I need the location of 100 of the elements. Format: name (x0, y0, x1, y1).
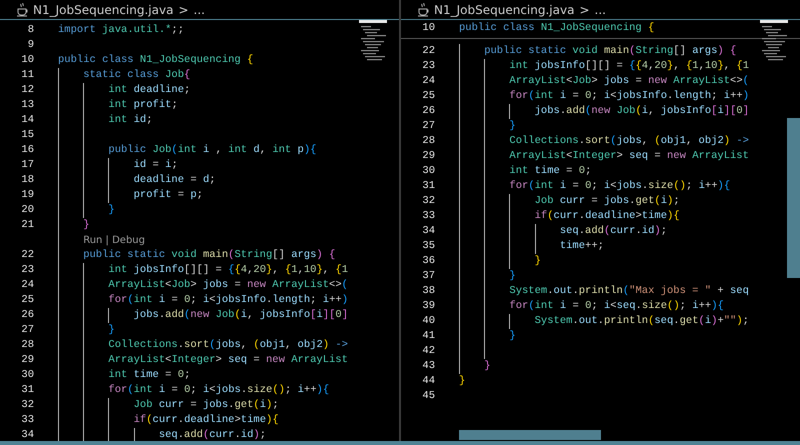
code-line: } (483, 360, 491, 372)
file-name[interactable]: N1_JobSequencing.java (434, 2, 574, 16)
line-number: 25 (421, 89, 435, 104)
code-line: } (508, 120, 516, 132)
code-line: System.out.println(seq.get(i)+""); (534, 315, 749, 327)
line-number: 41 (421, 329, 435, 344)
code-line: Collections.sort(jobs, (obj1, obj2) -> (107, 339, 348, 351)
code-line: Job curr = jobs.get(i); (132, 399, 279, 411)
code-line: if(curr.deadline>time){ (132, 414, 279, 426)
code-line: jobs.add(new Job(i, jobsInfo[i][0] (132, 309, 348, 321)
breadcrumb-more[interactable]: ... (594, 2, 606, 16)
code-line: seq.add(curr.id); (158, 429, 266, 441)
code-line: for(int i = 0; i<jobsInfo.length; i++) (508, 90, 749, 102)
line-number: 19 (20, 188, 34, 203)
code-line: deadline = d; (132, 174, 216, 186)
line-number: 34 (20, 428, 34, 441)
line-number: 33 (421, 209, 435, 224)
line-number: 32 (421, 194, 435, 209)
line-number: 27 (20, 323, 34, 338)
line-number: 22 (421, 44, 435, 59)
line-number: 10 (20, 53, 34, 68)
code-line: seq.add(curr.id); (558, 225, 668, 237)
line-number: 38 (421, 284, 435, 299)
line-number: 20 (20, 203, 34, 218)
code-line: int jobsInfo[][] = {{4,20}, {1,10}, {1 (107, 264, 348, 276)
line-number: 26 (421, 104, 435, 119)
line-number: 14 (20, 113, 34, 128)
code-line: int profit; (107, 99, 178, 111)
breadcrumb-more[interactable]: ... (194, 2, 205, 16)
line-number: 8 (26, 23, 34, 38)
scrollbar-thumb[interactable] (459, 430, 601, 440)
coffee-cup-icon (418, 2, 429, 16)
code-line: public class N1_JobSequencing { (459, 22, 654, 34)
line-number: 24 (20, 278, 34, 293)
line-number: 10 (421, 21, 435, 36)
line-number: 44 (421, 374, 435, 389)
line-number: 31 (20, 383, 34, 398)
line-number: 40 (421, 314, 435, 329)
line-number: 22 (20, 248, 34, 263)
line-number: 24 (421, 74, 435, 89)
code-line: } (107, 324, 115, 336)
file-name[interactable]: N1_JobSequencing.java (33, 2, 174, 16)
scrollbar-thumb[interactable] (787, 118, 800, 278)
line-number: 34 (421, 224, 435, 239)
line-number: 28 (421, 134, 435, 149)
code-line: for(int i = 0; i<seq.size(); i++){ (508, 300, 724, 312)
line-number: 21 (20, 218, 34, 233)
line-number: 33 (20, 413, 34, 428)
line-number: 12 (20, 83, 34, 98)
code-line: static class Job{ (82, 69, 190, 81)
code-line: public static void main(String[] args) { (82, 249, 336, 261)
code-line: ArrayList<Job> jobs = new ArrayList<>( (107, 279, 348, 291)
code-line: ArrayList<Integer> seq = new ArrayList (107, 354, 348, 366)
breadcrumb-separator: > (178, 2, 188, 16)
line-number: 37 (421, 269, 435, 284)
line-number: 13 (20, 98, 34, 113)
code-line: Job curr = jobs.get(i); (534, 195, 680, 207)
code-line: System.out.println("Max jobs = " + seq (508, 285, 749, 297)
code-line: ArrayList<Job> jobs = new ArrayList<>( (508, 75, 749, 87)
line-number: 30 (421, 164, 435, 179)
line-number: 32 (20, 398, 34, 413)
code-line: if(curr.deadline>time){ (534, 210, 680, 222)
code-line: int id; (107, 114, 153, 126)
run-debug-links[interactable]: Run | Debug (83, 235, 145, 246)
code-line: } (82, 219, 90, 231)
line-number: 43 (421, 359, 435, 374)
code-line: for(int i = 0; i<jobs.size(); i++){ (107, 384, 330, 396)
line-number: 23 (421, 59, 435, 74)
code-line: public class N1_JobSequencing { (58, 54, 254, 66)
code-line: public static void main(String[] args) { (483, 45, 736, 57)
code-line: profit = p; (132, 189, 203, 201)
code-line: } (534, 255, 541, 267)
code-line: int time = 0; (508, 165, 592, 177)
code-line: int jobsInfo[][] = {{4,20}, {1,10}, {1 (508, 60, 750, 72)
line-number: 29 (20, 353, 34, 368)
code-line: import java.util.*;; (58, 24, 184, 36)
line-number: 26 (20, 308, 34, 323)
code-line: for(int i = 0; i<jobs.size(); i++){ (508, 180, 730, 192)
line-number: 31 (421, 179, 435, 194)
code-line: int deadline; (107, 84, 190, 96)
line-number: 18 (20, 173, 34, 188)
code-line: } (107, 204, 115, 216)
code-line: ArrayList<Integer> seq = new ArrayList (508, 150, 749, 162)
line-number: 25 (20, 293, 34, 308)
breadcrumb-separator: > (579, 2, 590, 16)
code-line: jobs.add(new Job(i, jobsInfo[i][0] (534, 105, 750, 117)
line-number: 27 (421, 119, 435, 134)
line-number: 39 (421, 299, 435, 314)
line-number: 11 (20, 68, 34, 83)
code-line: for(int i = 0; i<jobsInfo.length; i++) (107, 294, 348, 306)
line-number: 30 (20, 368, 34, 383)
line-number: 17 (20, 158, 34, 173)
code-line: id = i; (132, 159, 178, 171)
line-number: 45 (421, 389, 435, 404)
code-line: time++; (558, 240, 604, 252)
line-number: 23 (20, 263, 34, 278)
coffee-cup-icon (17, 2, 28, 16)
line-number: 29 (421, 149, 435, 164)
code-line: Collections.sort(jobs, (obj1, obj2) -> (508, 135, 749, 147)
line-number: 28 (20, 338, 34, 353)
